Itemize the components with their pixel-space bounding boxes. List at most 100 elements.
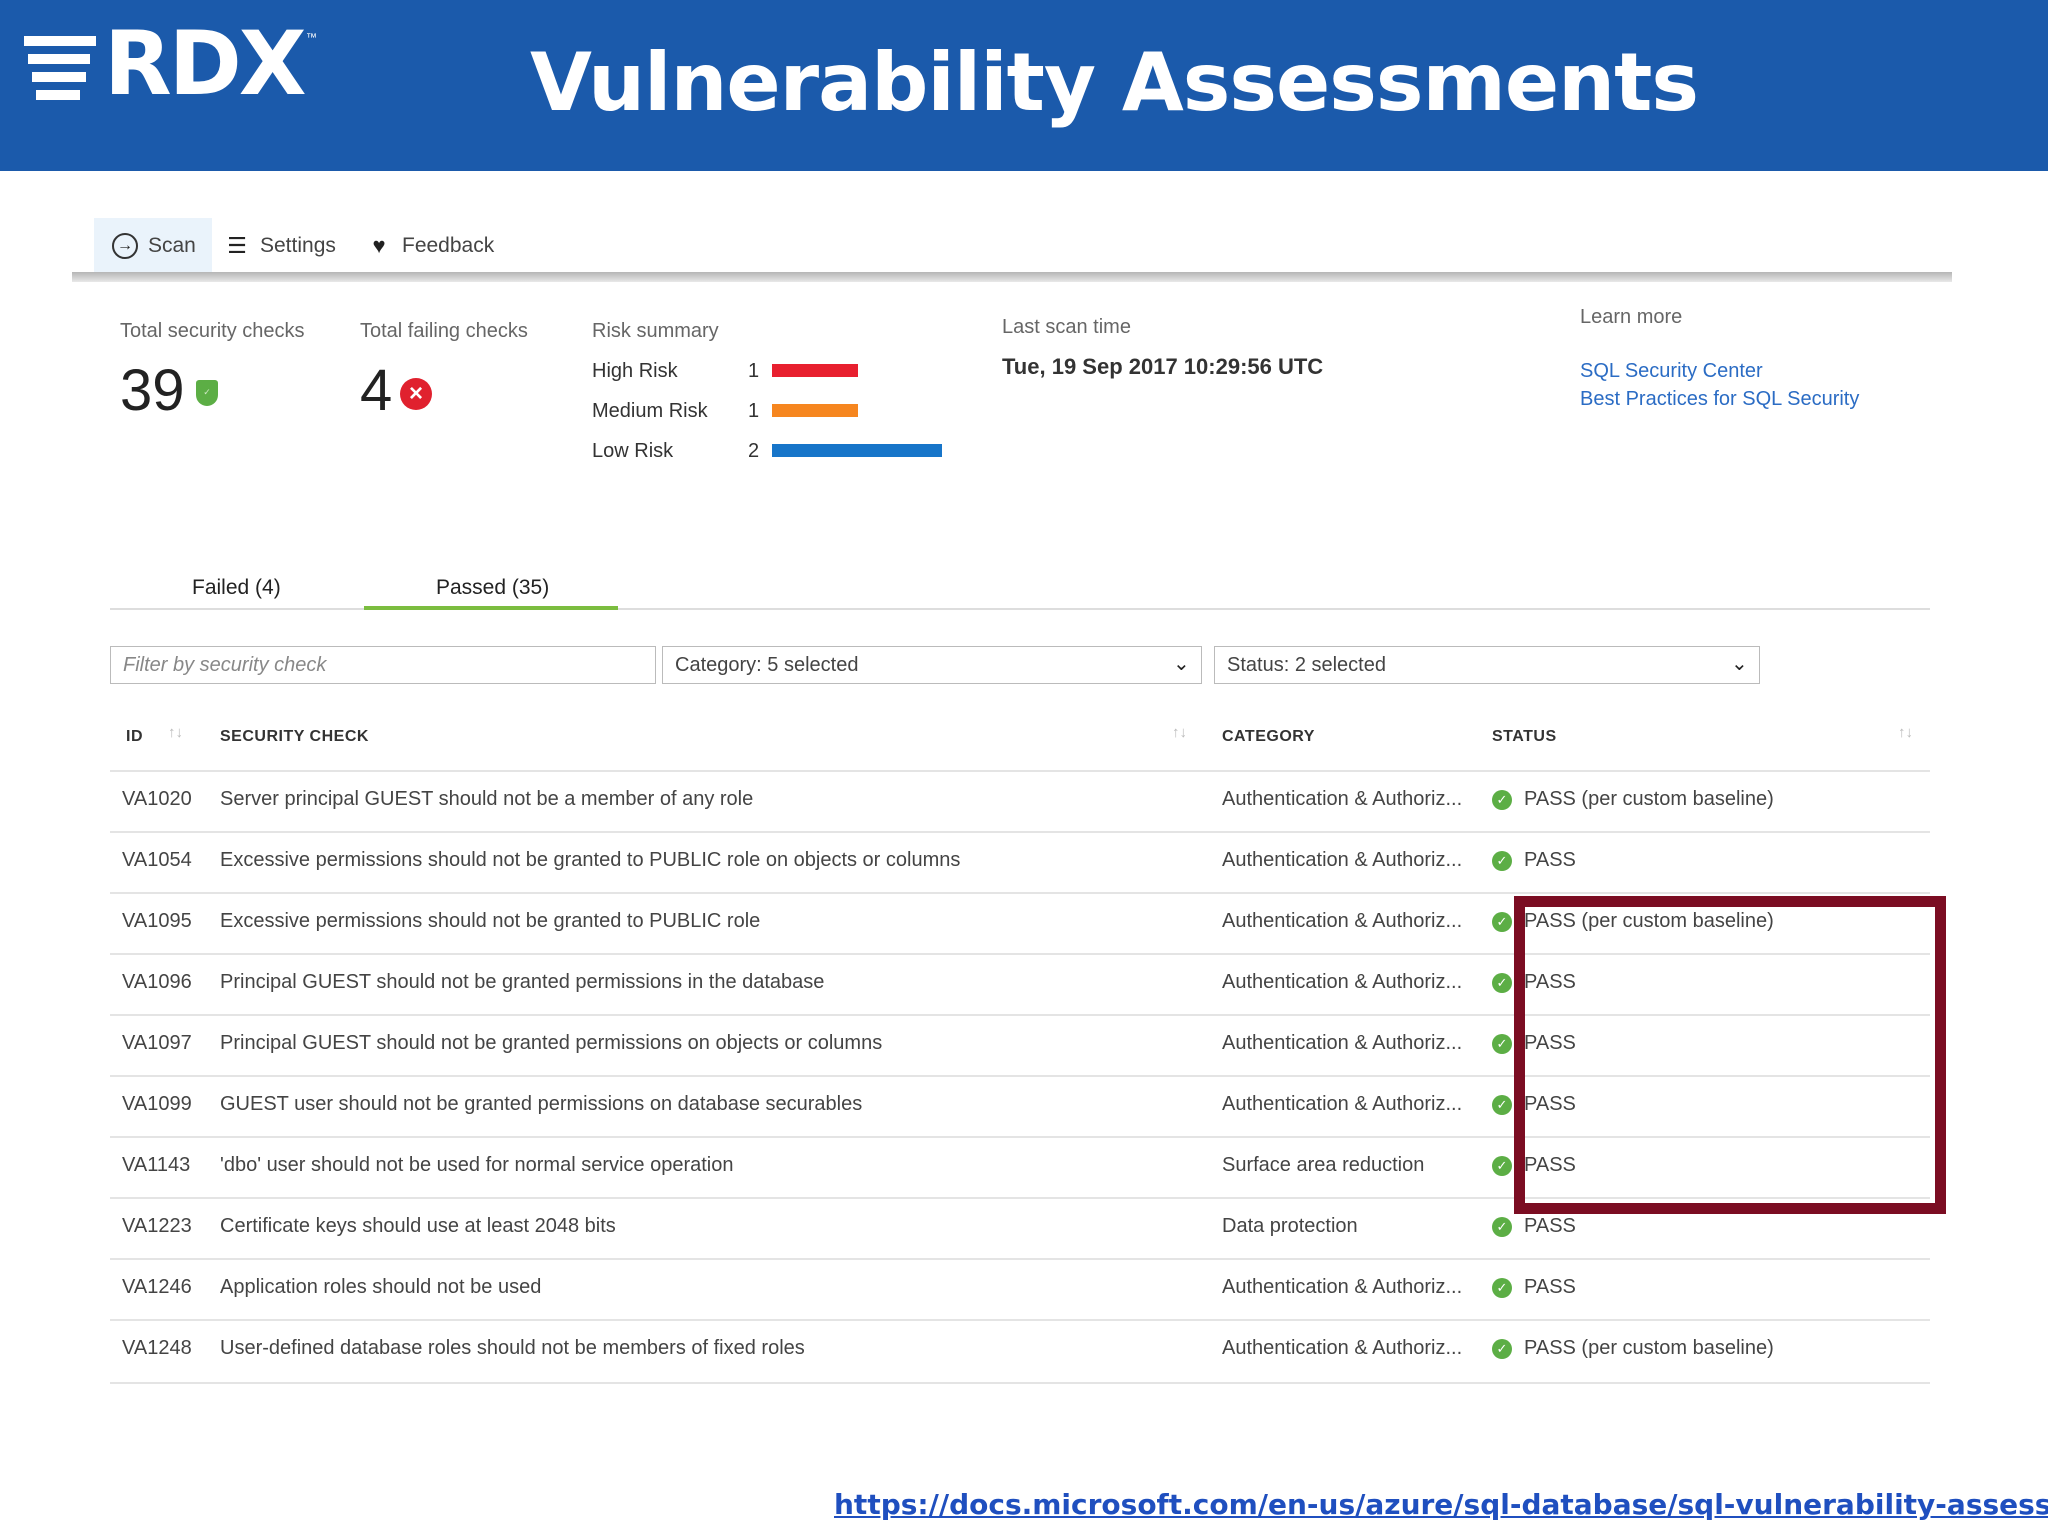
row-security-check: Principal GUEST should not be granted pe… (220, 1032, 883, 1054)
row-status: ✓ PASS (per custom baseline) (1492, 1337, 1774, 1360)
last-scan-time: Tue, 19 Sep 2017 10:29:56 UTC (1002, 354, 1324, 379)
row-id: VA1143 (122, 1154, 191, 1176)
row-id: VA1020 (122, 788, 192, 810)
column-header-category[interactable]: CATEGORY (1222, 728, 1315, 746)
row-category: Authentication & Authoriz... (1222, 971, 1463, 993)
row-status-text: PASS (1524, 849, 1576, 871)
status-dropdown-value: Status: 2 selected (1227, 653, 1386, 676)
settings-label: Settings (260, 234, 336, 257)
slide-header-banner: RDX ™ Vulnerability Assessments (0, 0, 2048, 171)
total-checks-value: 39 (120, 358, 185, 423)
table-row[interactable]: VA1054 Excessive permissions should not … (110, 831, 1930, 892)
scan-button[interactable]: → Scan (94, 218, 212, 274)
row-security-check: Application roles should not be used (220, 1276, 542, 1298)
row-security-check: Certificate keys should use at least 204… (220, 1215, 616, 1237)
table-row[interactable]: VA1020 Server principal GUEST should not… (110, 770, 1930, 831)
category-dropdown-value: Category: 5 selected (675, 653, 859, 676)
row-security-check: Server principal GUEST should not be a m… (220, 788, 754, 810)
row-category: Authentication & Authoriz... (1222, 1032, 1463, 1054)
medium-risk-count: 1 (748, 400, 760, 422)
row-status-text: PASS (1524, 1215, 1576, 1237)
check-circle-icon: ✓ (1492, 789, 1512, 810)
scan-label: Scan (148, 234, 196, 257)
row-status-text: PASS (per custom baseline) (1524, 788, 1774, 810)
check-circle-icon: ✓ (1492, 1033, 1512, 1054)
check-circle-icon: ✓ (1492, 972, 1512, 993)
tab-failed[interactable]: Failed (4) (192, 576, 281, 600)
tab-passed[interactable]: Passed (35) (436, 576, 549, 600)
sort-icon[interactable]: ↑↓ (1172, 724, 1187, 741)
row-id: VA1097 (122, 1032, 192, 1054)
last-scan-label: Last scan time (1002, 316, 1131, 338)
row-category: Authentication & Authoriz... (1222, 849, 1463, 871)
risk-summary-label: Risk summary (592, 320, 719, 342)
feedback-label: Feedback (402, 234, 495, 257)
category-dropdown[interactable]: Category: 5 selected ⌄ (662, 646, 1202, 684)
sort-icon[interactable]: ↑↓ (1898, 724, 1913, 741)
medium-risk-label: Medium Risk (592, 400, 708, 422)
vulnerability-assessment-panel: → Scan ☰ Settings ♥ Feedback Total secur… (72, 200, 1952, 1410)
row-status: ✓ PASS (1492, 849, 1576, 872)
check-circle-icon: ✓ (1492, 911, 1512, 932)
chevron-down-icon: ⌄ (1731, 653, 1748, 675)
logo-text: RDX (104, 12, 307, 115)
status-highlight-box (1514, 896, 1946, 1214)
table-row[interactable]: VA1248 User-defined database roles shoul… (110, 1319, 1930, 1380)
check-circle-icon: ✓ (1492, 1216, 1512, 1237)
logo-trademark: ™ (306, 32, 317, 44)
row-security-check: Excessive permissions should not be gran… (220, 849, 961, 871)
row-category: Authentication & Authoriz... (1222, 910, 1463, 932)
filter-search-input[interactable]: Filter by security check (110, 646, 656, 684)
status-dropdown[interactable]: Status: 2 selected ⌄ (1214, 646, 1760, 684)
column-header-security-check[interactable]: SECURITY CHECK (220, 728, 369, 746)
filter-placeholder: Filter by security check (123, 653, 327, 676)
row-category: Authentication & Authoriz... (1222, 1276, 1463, 1298)
best-practices-link[interactable]: Best Practices for SQL Security (1580, 388, 1859, 411)
check-circle-icon: ✓ (1492, 1094, 1512, 1115)
failing-checks-value: 4 (360, 358, 393, 423)
high-risk-count: 1 (748, 360, 760, 382)
learn-more-label: Learn more (1580, 306, 1683, 328)
total-checks-label: Total security checks (120, 320, 305, 342)
row-status: ✓ PASS (1492, 1215, 1576, 1238)
row-category: Surface area reduction (1222, 1154, 1425, 1176)
source-url-link[interactable]: https://docs.microsoft.com/en-us/azure/s… (834, 1488, 2048, 1521)
feedback-button[interactable]: ♥ Feedback (348, 218, 510, 274)
row-status-text: PASS (1524, 1276, 1576, 1298)
error-circle-icon: × (400, 378, 432, 410)
column-header-status[interactable]: STATUS (1492, 728, 1557, 746)
row-category: Authentication & Authoriz... (1222, 1337, 1463, 1359)
tab-selected-indicator (364, 606, 618, 610)
row-security-check: GUEST user should not be granted permiss… (220, 1093, 863, 1115)
row-security-check: Excessive permissions should not be gran… (220, 910, 761, 932)
row-security-check: Principal GUEST should not be granted pe… (220, 971, 825, 993)
check-circle-icon: ✓ (1492, 1155, 1512, 1176)
sql-security-center-link[interactable]: SQL Security Center (1580, 360, 1763, 383)
high-risk-bar (772, 364, 858, 377)
settings-button[interactable]: ☰ Settings (206, 218, 352, 274)
row-category: Authentication & Authoriz... (1222, 788, 1463, 810)
scan-icon: → (110, 231, 140, 261)
shield-icon: ✓ (196, 380, 218, 406)
row-id: VA1223 (122, 1215, 192, 1237)
high-risk-label: High Risk (592, 360, 678, 382)
row-id: VA1248 (122, 1337, 192, 1359)
failing-checks-label: Total failing checks (360, 320, 528, 342)
row-id: VA1054 (122, 849, 192, 871)
heart-icon: ♥ (372, 233, 386, 258)
row-security-check: 'dbo' user should not be used for normal… (220, 1154, 734, 1176)
row-status: ✓ PASS (1492, 1276, 1576, 1299)
check-circle-icon: ✓ (1492, 850, 1512, 871)
column-header-id[interactable]: ID (126, 728, 143, 746)
logo-stripes-icon (24, 36, 96, 100)
low-risk-label: Low Risk (592, 440, 674, 462)
sort-icon[interactable]: ↑↓ (168, 724, 183, 741)
row-category: Authentication & Authoriz... (1222, 1093, 1463, 1115)
table-row[interactable]: VA1246 Application roles should not be u… (110, 1258, 1930, 1319)
check-circle-icon: ✓ (1492, 1277, 1512, 1298)
row-security-check: User-defined database roles should not b… (220, 1337, 805, 1359)
row-id: VA1096 (122, 971, 192, 993)
rdx-logo: RDX ™ (24, 20, 324, 108)
table-bottom-border (110, 1382, 1930, 1384)
row-status: ✓ PASS (per custom baseline) (1492, 788, 1774, 811)
